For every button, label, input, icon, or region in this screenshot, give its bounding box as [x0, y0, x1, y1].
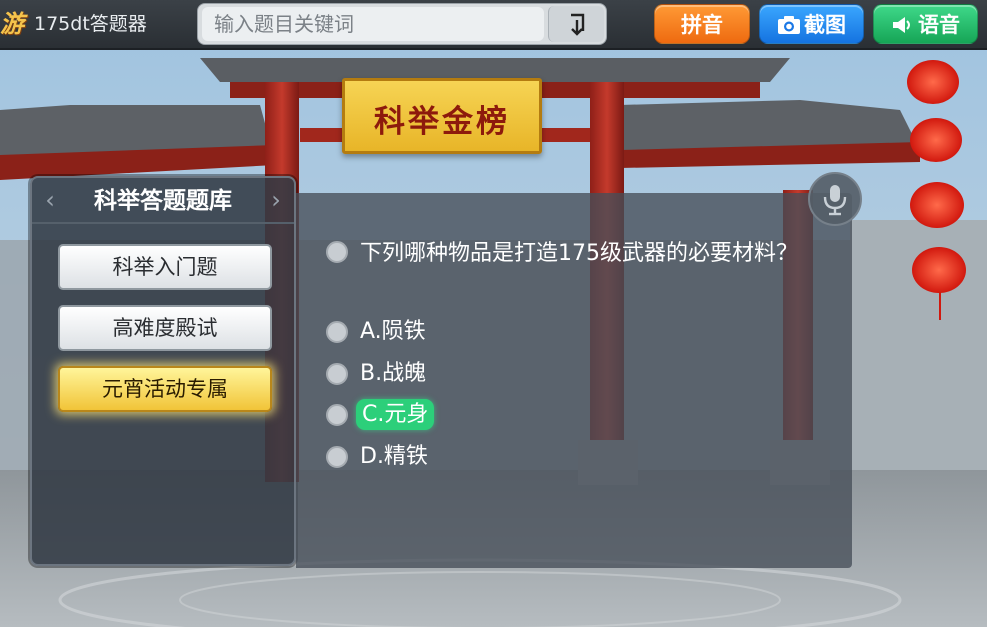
category-hard-exam-button[interactable]: 高难度殿试	[58, 305, 272, 351]
search-box	[197, 3, 607, 45]
search-button[interactable]	[548, 6, 604, 42]
screenshot-button-label: 截图	[804, 13, 846, 37]
panel-title: 科举答题题库	[94, 188, 232, 214]
banner-text: 科举金榜	[374, 104, 510, 140]
top-bar: 游 175dt答题器 拼音 截图 语音	[0, 0, 987, 50]
search-icon	[571, 13, 585, 36]
option-b-radio[interactable]	[326, 363, 348, 385]
voice-button[interactable]: 语音	[873, 4, 978, 44]
option-c-radio[interactable]	[326, 404, 348, 426]
pinyin-button[interactable]: 拼音	[654, 4, 750, 44]
question-radio	[326, 241, 348, 263]
option-d-text: D.精铁	[360, 444, 428, 469]
speaker-icon	[893, 17, 910, 33]
panel-header: ‹ 科举答题题库 ›	[32, 178, 294, 224]
microphone-button[interactable]	[808, 172, 862, 226]
next-arrow-icon[interactable]: ›	[266, 186, 286, 214]
search-input[interactable]	[202, 7, 544, 41]
option-a-text: A.陨铁	[360, 319, 426, 344]
category-panel: ‹ 科举答题题库 › 科举入门题 高难度殿试 元宵活动专属	[30, 176, 296, 566]
app-title: 175dt答题器	[34, 13, 147, 35]
microphone-icon	[823, 185, 847, 216]
option-b-text: B.战魄	[360, 361, 427, 386]
option-c-text-correct: C.元身	[356, 399, 435, 430]
option-d-radio[interactable]	[326, 446, 348, 468]
exam-banner: 科举金榜	[342, 78, 542, 154]
voice-button-label: 语音	[918, 13, 960, 37]
question-text: 下列哪种物品是打造175级武器的必要材料？	[360, 241, 798, 266]
screenshot-button[interactable]: 截图	[759, 4, 864, 44]
pinyin-button-label: 拼音	[681, 13, 723, 37]
option-a-radio[interactable]	[326, 321, 348, 343]
category-beginner-button[interactable]: 科举入门题	[58, 244, 272, 290]
category-lantern-festival-button[interactable]: 元宵活动专属	[58, 366, 272, 412]
camera-icon	[778, 16, 800, 34]
app-logo: 游	[0, 9, 24, 38]
